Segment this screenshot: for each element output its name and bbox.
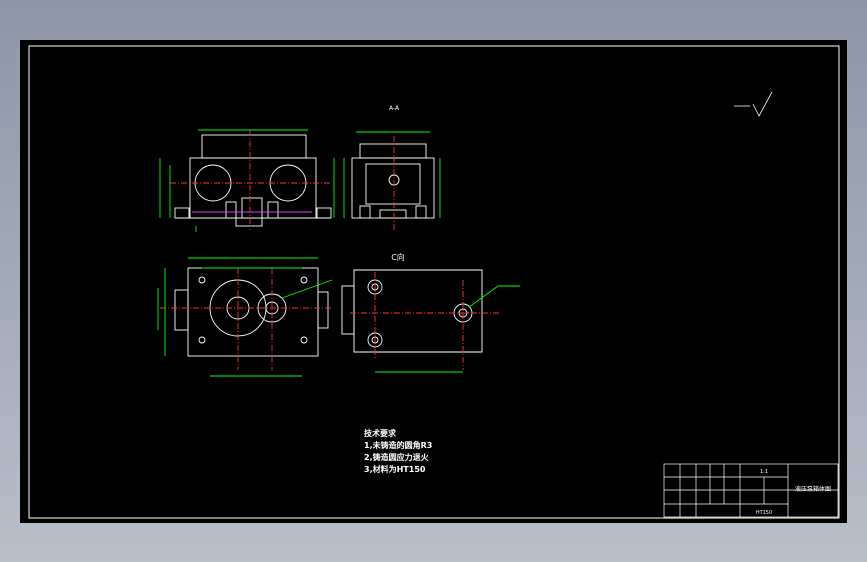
view-label: C向	[391, 252, 405, 262]
c-view	[341, 269, 520, 373]
technical-requirements: 技术要求 1,未铸造的圆角R3 2,铸造圆应力退火 3,材料为HT150	[364, 428, 432, 476]
section-a-a	[343, 131, 441, 230]
title-material: HT150	[756, 510, 772, 516]
requirement-item-1: 1,未铸造的圆角R3	[364, 441, 433, 450]
requirement-item-2: 2,铸造圆应力退火	[364, 453, 429, 462]
front-view	[159, 129, 335, 232]
drawing-sheet: A-A C向 液压泵箱体图 1:1 HT150 技术要求 1,未铸造的圆角R3 …	[20, 40, 847, 523]
requirements-heading: 技术要求	[364, 429, 396, 438]
section-label: A-A	[389, 105, 400, 112]
title-part-name: 液压泵箱体图	[795, 485, 831, 493]
top-view	[157, 257, 333, 377]
drawing-border	[28, 45, 840, 519]
roughness-symbol	[734, 91, 773, 117]
title-scale: 1:1	[760, 469, 768, 475]
requirement-item-3: 3,材料为HT150	[364, 465, 426, 474]
